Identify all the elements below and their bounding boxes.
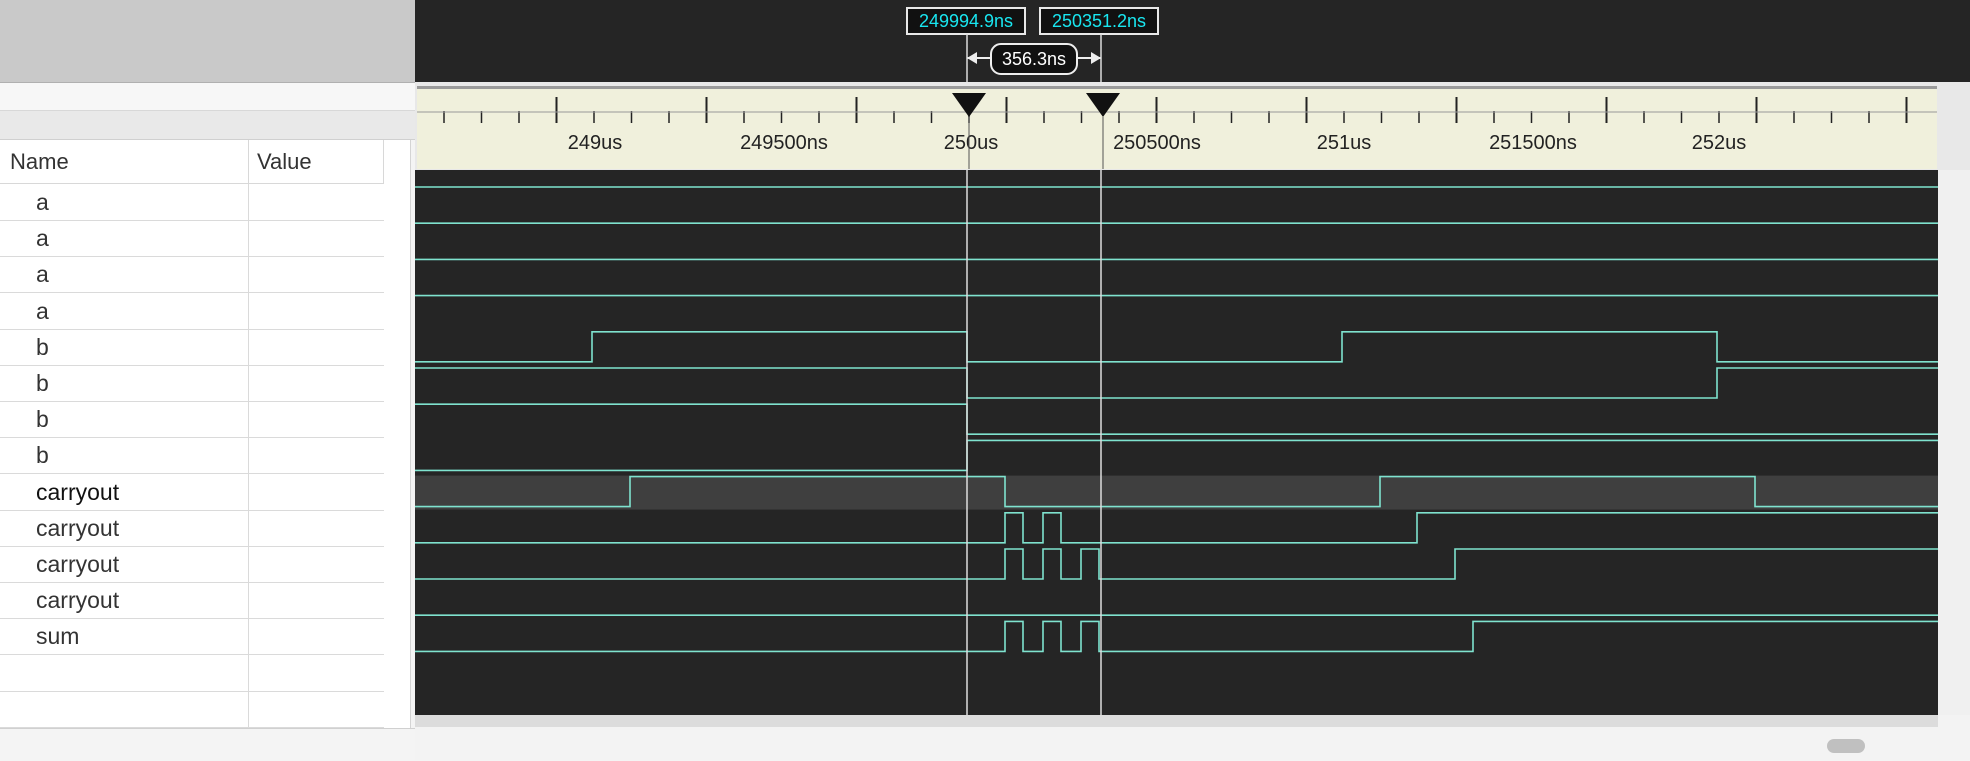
signal-value: [248, 401, 385, 438]
signal-name: b: [36, 406, 49, 433]
ruler-ticks: 249us 249500ns 250us 250500ns 251us 251500ns 2…: [417, 93, 1937, 169]
signal-value: [248, 509, 385, 546]
selected-lane-highlight: [415, 475, 1938, 510]
signal-name: a: [36, 261, 49, 288]
svg-text:356.3ns: 356.3ns: [1002, 49, 1066, 69]
signal-value: [248, 184, 385, 220]
waveform-trace: [415, 367, 1938, 399]
waveform-trace: [415, 439, 1938, 472]
ruler-label: 249500ns: [740, 132, 828, 154]
scroll-thumb[interactable]: [1827, 739, 1865, 753]
timeline-ruler[interactable]: 249us 249500ns 250us 250500ns 251us 251500ns 2…: [417, 86, 1937, 169]
signal-row[interactable]: sum: [0, 618, 385, 656]
cursor1-label[interactable]: 249994.9ns: [906, 7, 1026, 35]
waveform-trace: [415, 331, 1938, 363]
signal-value: [248, 582, 385, 619]
signal-name: carryout: [36, 514, 120, 541]
signal-value: [248, 292, 385, 329]
svg-text:250351.2ns: 250351.2ns: [1052, 11, 1146, 31]
ruler-label: 251us: [1317, 132, 1372, 154]
signal-value: [248, 220, 385, 257]
signal-row[interactable]: carryout: [0, 546, 384, 583]
ruler-label: 250us: [944, 132, 999, 154]
signal-name: carryout: [36, 551, 120, 577]
signal-table: Name Value a a a a b b b b carryout carryout carry…: [0, 140, 411, 728]
cursor1-marker-icon[interactable]: [952, 93, 986, 117]
cursor-header: 249994.9ns 250351.2ns 356.3ns: [415, 0, 1970, 82]
signal-row[interactable]: [0, 654, 385, 692]
signal-row[interactable]: a: [0, 220, 385, 258]
signal-value: [248, 690, 385, 727]
signal-value: [248, 473, 385, 510]
waveform-trace: [415, 403, 1938, 435]
signal-row[interactable]: a: [0, 256, 385, 294]
ruler-label: 251500ns: [1489, 132, 1577, 154]
timeline-ruler-bar: 249us 249500ns 250us 250500ns 251us 251500ns 2…: [415, 82, 1970, 188]
panel-toolbar-area: [0, 0, 415, 83]
panel-spacer: [0, 83, 415, 111]
svg-text:249994.9ns: 249994.9ns: [919, 11, 1013, 31]
cursor2-label[interactable]: 250351.2ns: [1039, 7, 1159, 35]
signal-row[interactable]: b: [0, 401, 385, 439]
signal-row[interactable]: [0, 690, 385, 728]
waveform-trace: [415, 512, 1938, 544]
signal-row[interactable]: a: [0, 184, 384, 221]
signal-name: b: [36, 370, 49, 396]
signal-row[interactable]: a: [0, 292, 385, 330]
waveform-trace: [415, 620, 1938, 653]
cursor2-marker-icon[interactable]: [1086, 93, 1120, 117]
scroll-track: [415, 715, 1938, 727]
signal-name: sum: [36, 623, 80, 650]
signal-row[interactable]: b: [0, 437, 385, 475]
signal-value: [248, 654, 385, 691]
ruler-label: 249us: [568, 132, 623, 154]
horizontal-scrollbar[interactable]: [415, 715, 1970, 760]
signal-name: a: [36, 189, 49, 215]
delta-measure: 356.3ns: [967, 43, 1101, 75]
signal-value: [248, 618, 385, 655]
signal-row[interactable]: b: [0, 328, 385, 366]
ruler-label: 250500ns: [1113, 132, 1201, 154]
signal-value: [248, 546, 385, 582]
signal-name-panel: Name Value a a a a b b b b carryout carryout carry…: [0, 0, 415, 761]
waveform-trace: [415, 548, 1938, 580]
waveform-canvas: [415, 170, 1938, 715]
vertical-scrollbar[interactable]: [1938, 170, 1970, 715]
signal-row[interactable]: carryout: [0, 582, 385, 620]
ruler-label: 252us: [1692, 132, 1747, 154]
name-column-header[interactable]: Name: [0, 140, 248, 184]
signal-row[interactable]: carryout: [0, 473, 385, 511]
signal-name: carryout: [36, 478, 120, 505]
signal-value: [248, 365, 385, 401]
panel-spacer-2: [0, 111, 415, 140]
signal-value: [248, 256, 385, 293]
signal-value: [248, 437, 385, 474]
signal-name: a: [36, 297, 49, 324]
value-column-header[interactable]: Value: [248, 140, 384, 184]
signal-name: a: [36, 225, 49, 252]
signal-row[interactable]: b: [0, 365, 384, 402]
cursor-overlay: 249994.9ns 250351.2ns 356.3ns: [906, 7, 1159, 82]
waveform-viewer: 249994.9ns 250351.2ns 356.3ns 249us 24950…: [415, 0, 1970, 760]
panel-bottom-bar: [0, 728, 415, 761]
signal-name: carryout: [36, 587, 120, 614]
signal-name: b: [36, 442, 49, 469]
waveform-area[interactable]: [415, 170, 1938, 715]
signal-value: [248, 328, 385, 365]
signal-name: b: [36, 333, 49, 360]
signal-row[interactable]: carryout: [0, 509, 385, 547]
